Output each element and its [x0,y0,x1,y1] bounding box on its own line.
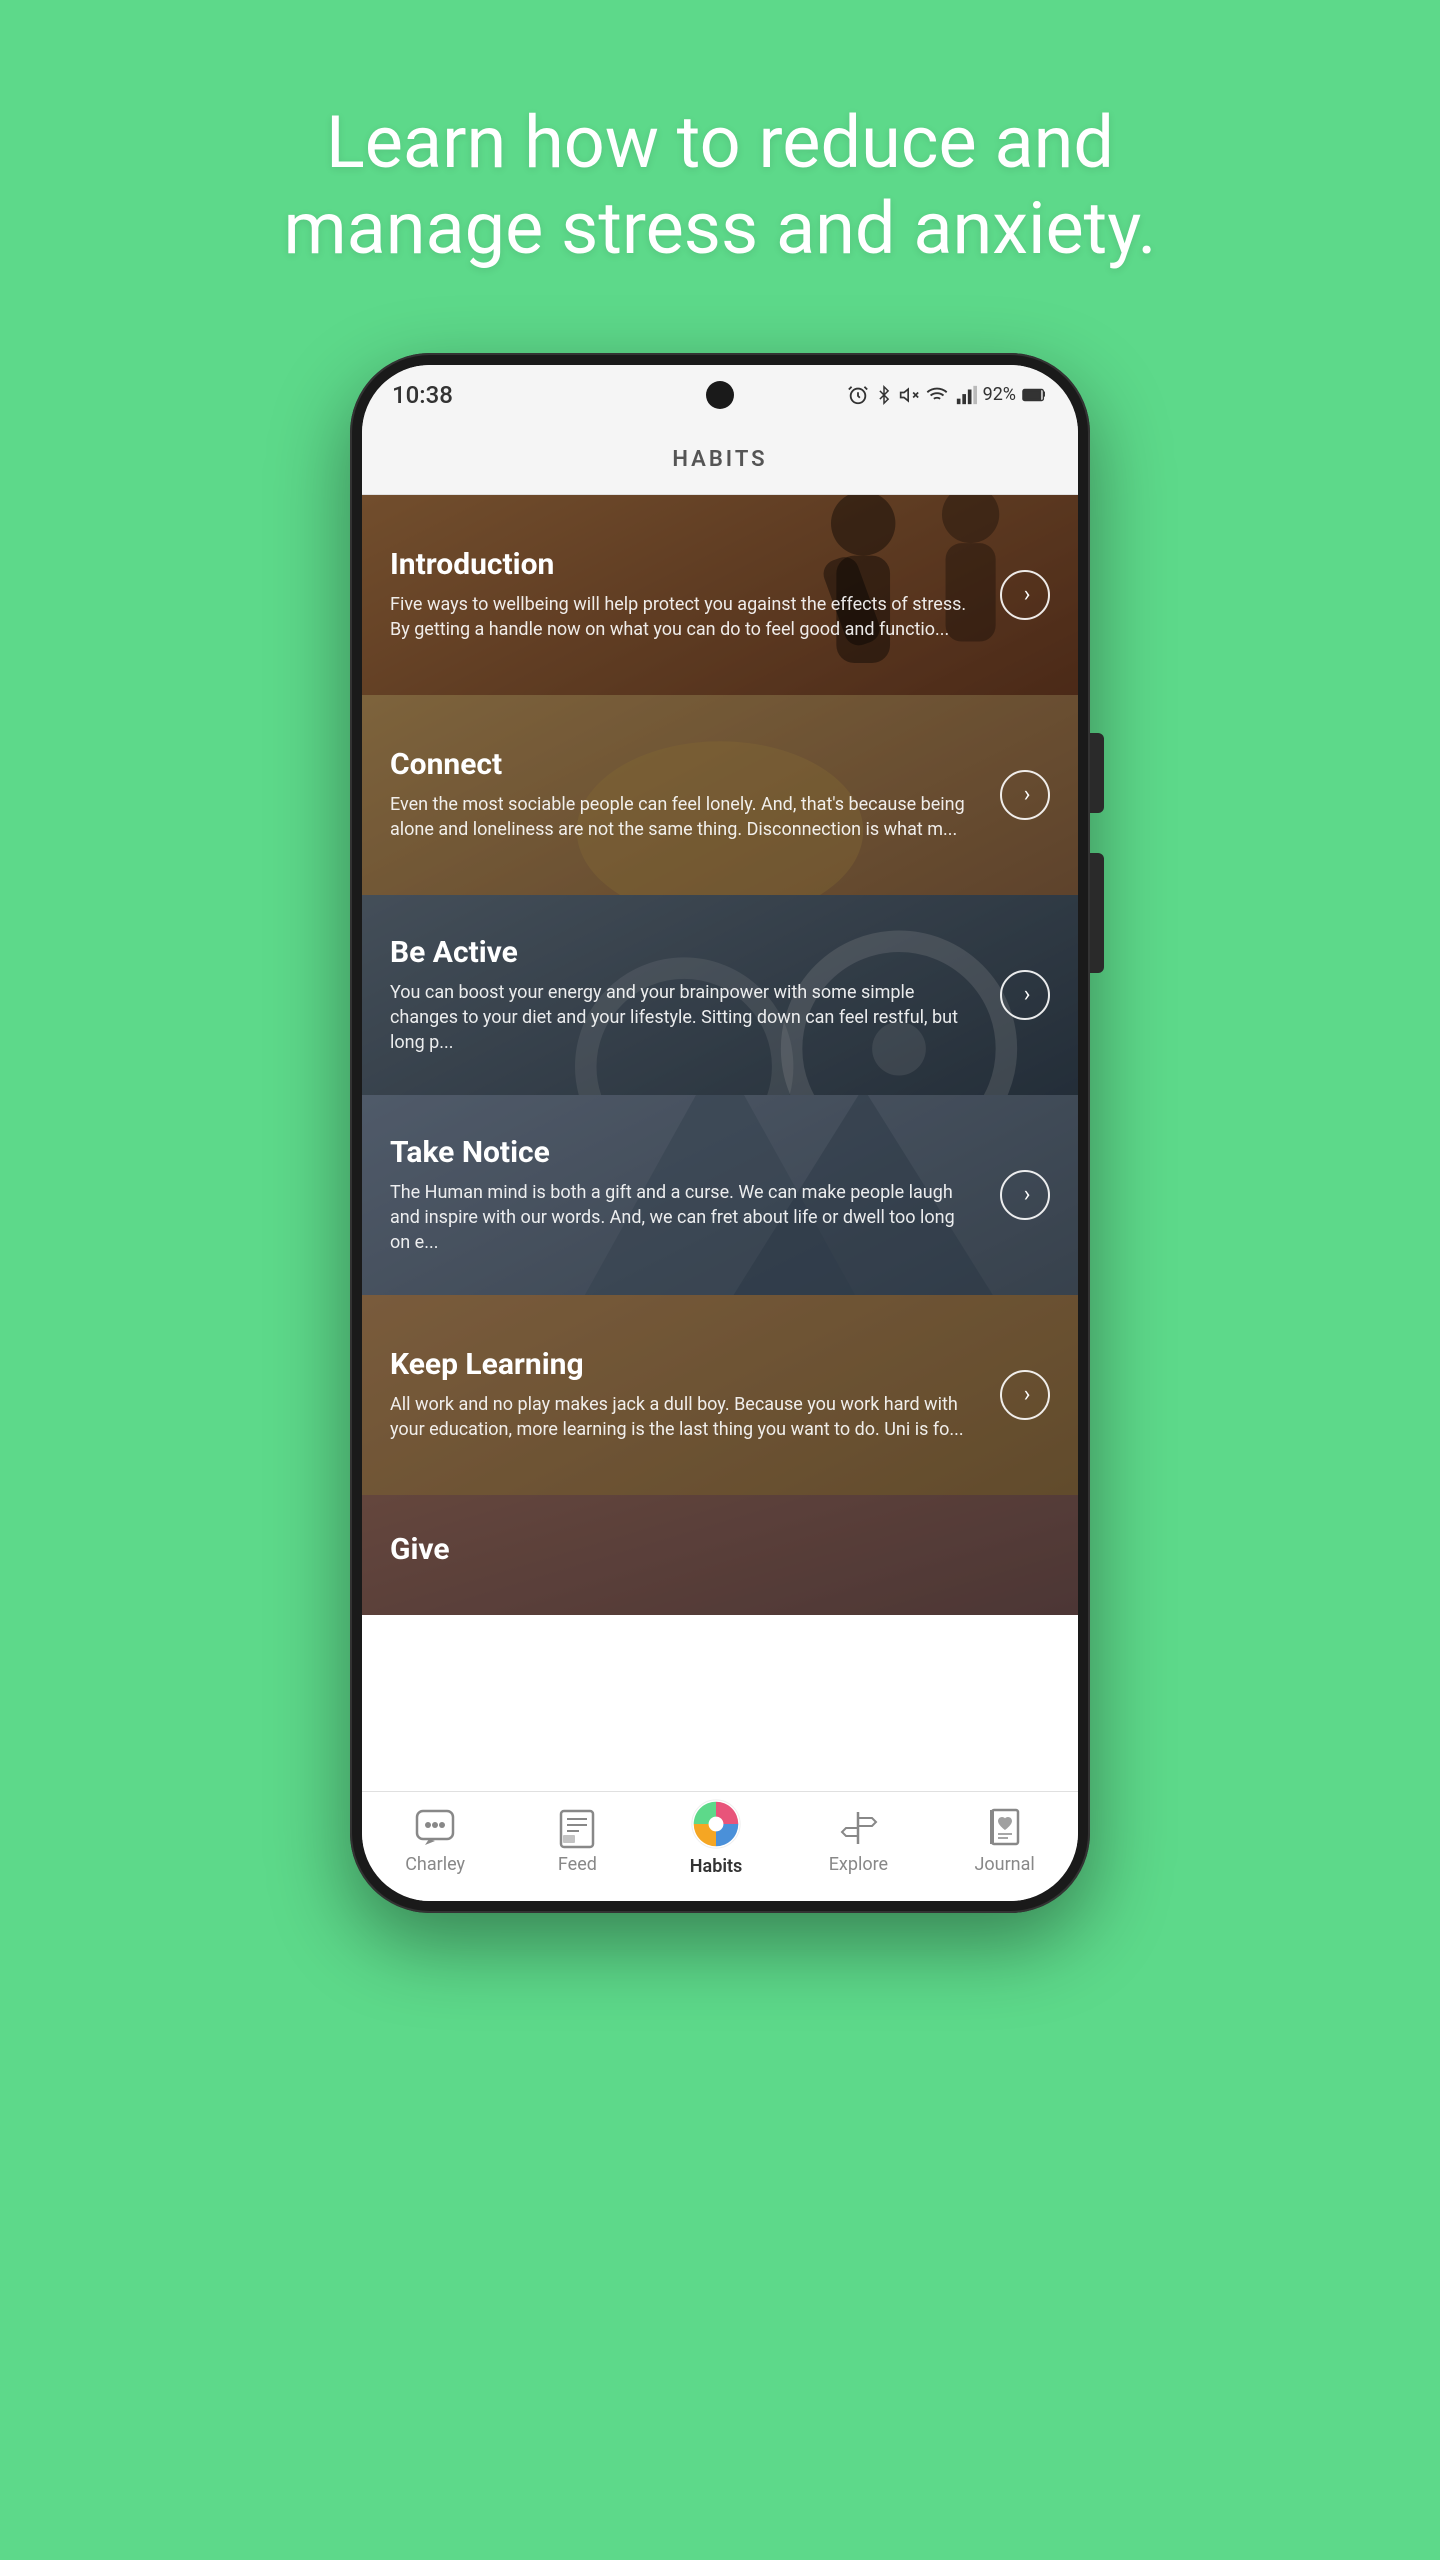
page-headline: Learn how to reduce and manage stress an… [203,100,1236,273]
card-give-title: Give [390,1532,978,1567]
nav-label-feed: Feed [558,1854,597,1875]
journal-icon [979,1808,1031,1848]
app-title: HABITS [672,447,767,472]
nav-item-feed[interactable]: Feed [551,1808,603,1875]
bottom-nav: Charley Feed [362,1791,1078,1901]
card-notice-title: Take Notice [390,1135,978,1170]
status-icons: 92% [847,384,1048,406]
nav-label-charley: Charley [405,1854,465,1875]
status-time: 10:38 [392,381,453,409]
card-active-title: Be Active [390,935,978,970]
explore-icon [832,1808,884,1848]
nav-label-explore: Explore [829,1854,888,1875]
nav-item-journal[interactable]: Journal [974,1808,1034,1875]
card-connect-text: Even the most sociable people can feel l… [390,792,978,842]
card-intro-text: Five ways to wellbeing will help protect… [390,592,978,642]
battery-percent: 92% [983,384,1016,405]
charley-icon [409,1808,461,1848]
card-take-notice[interactable]: Take Notice The Human mind is both a gif… [362,1095,1078,1295]
nav-label-habits: Habits [690,1856,743,1877]
card-connect-title: Connect [390,747,978,782]
card-keep-learning[interactable]: Keep Learning All work and no play makes… [362,1295,1078,1495]
side-button-1 [1090,733,1104,813]
card-be-active[interactable]: Be Active You can boost your energy and … [362,895,1078,1095]
card-give[interactable]: Give [362,1495,1078,1615]
card-learning-title: Keep Learning [390,1347,978,1382]
habits-wheel-icon [690,1798,742,1850]
nav-item-explore[interactable]: Explore [829,1808,888,1875]
app-header: HABITS [362,425,1078,495]
card-introduction[interactable]: Introduction Five ways to wellbeing will… [362,495,1078,695]
card-connect[interactable]: Connect Even the most sociable people ca… [362,695,1078,895]
nav-label-journal: Journal [974,1854,1034,1875]
nav-item-habits[interactable]: Habits [690,1806,743,1877]
nav-item-charley[interactable]: Charley [405,1808,465,1875]
side-button-2 [1090,853,1104,973]
card-learning-text: All work and no play makes jack a dull b… [390,1392,978,1442]
card-learning-arrow[interactable]: › [1000,1370,1050,1420]
card-active-arrow[interactable]: › [1000,970,1050,1020]
content-area: Introduction Five ways to wellbeing will… [362,495,1078,1791]
card-notice-arrow[interactable]: › [1000,1170,1050,1220]
status-bar: 10:38 [362,365,1078,425]
phone-device: 10:38 [350,353,1090,1913]
feed-icon [551,1808,603,1848]
front-camera [706,381,734,409]
card-intro-title: Introduction [390,547,978,582]
card-intro-arrow[interactable]: › [1000,570,1050,620]
card-connect-arrow[interactable]: › [1000,770,1050,820]
card-notice-text: The Human mind is both a gift and a curs… [390,1180,978,1256]
card-active-text: You can boost your energy and your brain… [390,980,978,1056]
